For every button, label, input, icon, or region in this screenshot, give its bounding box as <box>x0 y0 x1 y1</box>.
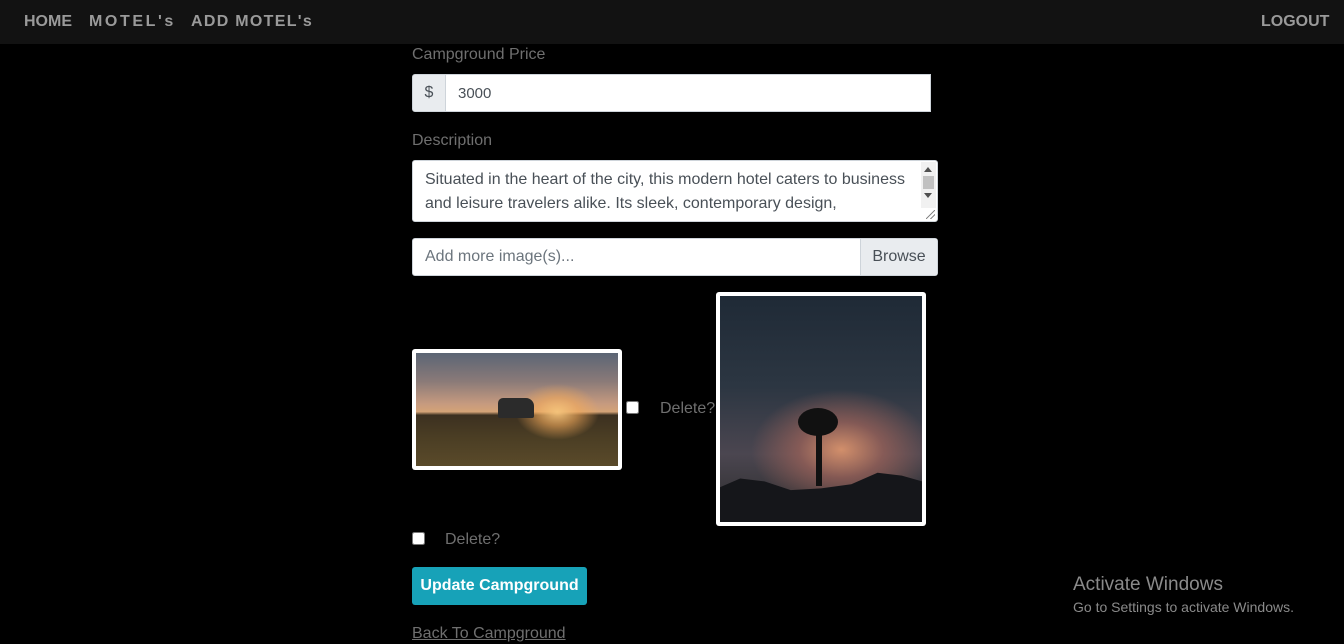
scroll-thumb[interactable] <box>923 176 934 189</box>
nav-logout-link[interactable]: LOGOUT <box>1261 13 1329 31</box>
description-text: Situated in the heart of the city, this … <box>425 171 905 212</box>
price-label: Campground Price <box>412 46 546 63</box>
resize-grip-icon[interactable] <box>926 210 935 219</box>
nav-home-link[interactable]: HOME <box>24 13 72 31</box>
description-label: Description <box>412 132 493 149</box>
image-thumbnail-1 <box>412 349 622 470</box>
scroll-up-icon[interactable] <box>924 167 932 172</box>
image-thumbnail-2 <box>716 292 926 526</box>
delete-image-1-checkbox[interactable] <box>626 401 639 414</box>
scroll-down-icon[interactable] <box>924 193 932 198</box>
description-scrollbar[interactable] <box>921 162 936 208</box>
nav-add-motels-link[interactable]: ADD MOTEL's <box>191 13 313 31</box>
van-shape <box>498 398 534 418</box>
delete-image-2-label: Delete? <box>445 531 501 548</box>
tree-shape <box>798 408 838 486</box>
browse-button[interactable]: Browse <box>860 239 937 275</box>
top-navbar: HOME MOTEL's ADD MOTEL's LOGOUT <box>0 0 1344 44</box>
night-sky-tree-image <box>720 296 922 522</box>
price-input-group: $ <box>412 74 931 112</box>
delete-image-1-label: Delete? <box>660 400 716 417</box>
activate-windows-title: Activate Windows <box>1073 574 1223 595</box>
back-to-campground-link[interactable]: Back To Campground <box>412 625 566 643</box>
image-file-input[interactable]: Add more image(s)... Browse <box>412 238 938 276</box>
description-textarea[interactable]: Situated in the heart of the city, this … <box>412 160 938 222</box>
price-input[interactable] <box>446 74 931 112</box>
currency-prefix: $ <box>412 74 446 112</box>
campervan-sunset-image <box>416 353 618 466</box>
delete-image-2-checkbox[interactable] <box>412 532 425 545</box>
file-input-placeholder: Add more image(s)... <box>425 248 575 265</box>
update-campground-button[interactable]: Update Campground <box>412 567 587 605</box>
activate-windows-subtitle: Go to Settings to activate Windows. <box>1073 599 1294 615</box>
nav-motels-link[interactable]: MOTEL's <box>89 13 176 31</box>
